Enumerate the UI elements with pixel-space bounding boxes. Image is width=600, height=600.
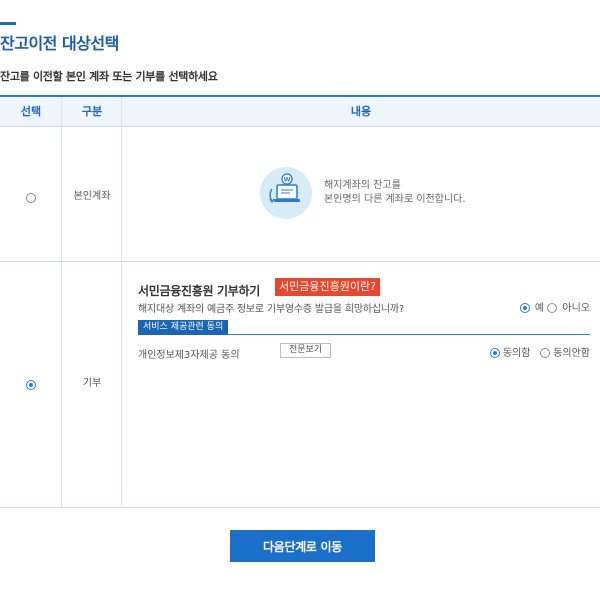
receipt-question: 해지대상 계좌의 예금주 정보로 기부영수증 발급을 희망하십니까? <box>138 304 404 315</box>
receipt-no-radio[interactable] <box>547 303 558 313</box>
own-account-radio-cell <box>0 187 62 206</box>
next-step-button[interactable]: 다음단계로 이동 <box>230 530 375 562</box>
page-title: 잔고이전 대상선택 <box>0 34 119 53</box>
receipt-no-label[interactable]: 아니오 <box>562 303 590 314</box>
own-account-description: 해지계좌의 잔고를 본인명의 다른 계좌로 이전합니다. <box>324 180 466 205</box>
page-subtitle: 잔고를 이전할 본인 계좌 또는 기부를 선택하세요 <box>0 70 218 83</box>
receipt-yes-label[interactable]: 예 <box>535 303 544 314</box>
header-content: 내용 <box>350 105 372 118</box>
header-type: 구분 <box>81 105 103 118</box>
computer-transfer-icon: W <box>260 167 312 219</box>
what-is-agency-button[interactable]: 서민금융진흥원이란? <box>275 278 380 296</box>
donation-radio-cell <box>0 374 62 393</box>
donation-label: 기부 <box>82 378 102 389</box>
agree-radio[interactable] <box>489 348 500 358</box>
donation-title: 서민금융진흥원 기부하기 <box>138 284 261 298</box>
table-row-own-account: 본인계좌 W 해지계좌의 잔고를 본인명의 다른 계좌로 이전합니다. <box>0 127 600 262</box>
header-select: 선택 <box>20 105 42 118</box>
own-account-label: 본인계좌 <box>73 191 111 202</box>
balance-transfer-table: 선택 구분 내용 본인계좌 W 해지계좌의 잔고를 본인명의 다른 계좌로 이전… <box>0 95 600 508</box>
third-party-consent-label: 개인정보제3자제공 동의 <box>138 350 240 361</box>
table-header: 선택 구분 내용 <box>0 97 600 127</box>
own-account-radio[interactable] <box>26 192 36 203</box>
view-full-text-button[interactable]: 전문보기 <box>280 343 332 358</box>
receipt-yes-radio[interactable] <box>519 303 530 313</box>
agree-label[interactable]: 동의함 <box>503 348 531 359</box>
title-accent-bar <box>0 22 16 25</box>
table-row-donation: 기부 서민금융진흥원 기부하기 서민금융진흥원이란? 해지대상 계좌의 예금주 … <box>0 262 600 508</box>
receipt-choice-group: 예 아니오 <box>519 299 590 314</box>
svg-text:W: W <box>284 177 291 184</box>
service-consent-bar: 서비스 제공관련 동의 <box>138 320 590 335</box>
disagree-label[interactable]: 동의안함 <box>553 348 590 359</box>
service-consent-tag: 서비스 제공관련 동의 <box>138 320 229 335</box>
donation-radio[interactable] <box>26 379 36 390</box>
consent-choice-group: 동의함 동의안함 <box>489 344 590 359</box>
disagree-radio[interactable] <box>540 348 550 358</box>
